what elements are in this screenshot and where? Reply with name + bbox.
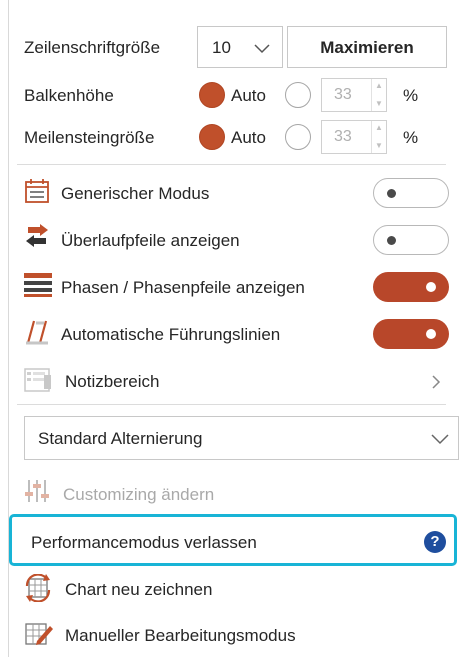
bar-height-auto-radio[interactable] <box>199 82 225 108</box>
divider <box>17 404 446 405</box>
bar-height-label: Balkenhöhe <box>24 86 114 105</box>
divider <box>17 164 446 165</box>
row-font-size-value: 10 <box>212 38 231 57</box>
milestone-size-input[interactable]: 33 ▲ ▼ <box>321 120 387 154</box>
chevron-right-icon <box>432 375 441 389</box>
chevron-down-icon <box>431 434 449 445</box>
bar-height-input[interactable]: 33 ▲ ▼ <box>321 78 387 112</box>
redraw-chart-label: Chart neu zeichnen <box>65 580 213 599</box>
manual-edit-icon <box>25 623 53 645</box>
generic-mode-icon <box>25 179 49 203</box>
milestone-size-unit: % <box>403 128 419 147</box>
row-font-size-label: Zeilenschriftgröße <box>24 38 161 57</box>
customizing-label: Customizing ändern <box>63 485 215 504</box>
toggle-label: Generischer Modus <box>61 184 210 203</box>
milestone-size-auto-label: Auto <box>231 128 266 147</box>
toggle-label: Phasen / Phasenpfeile anzeigen <box>61 278 305 297</box>
manual-edit-label: Manueller Bearbeitungsmodus <box>65 626 296 645</box>
toggle-label: Automatische Führungslinien <box>61 325 281 344</box>
alternation-select[interactable]: Standard Alternierung <box>24 416 459 460</box>
notes-area-icon <box>24 368 51 392</box>
customizing-icon <box>25 480 49 502</box>
redraw-chart-icon <box>25 574 51 602</box>
bar-height-spinner[interactable]: ▲ ▼ <box>371 79 386 111</box>
notes-area-label: Notizbereich <box>65 372 160 391</box>
milestone-size-label: Meilensteingröße <box>24 128 155 147</box>
bar-height-auto-label: Auto <box>231 86 266 105</box>
bar-height-value: 33 <box>334 86 352 103</box>
bar-height-custom-radio[interactable] <box>285 82 311 108</box>
guide-lines-toggle[interactable] <box>373 319 449 349</box>
chevron-down-icon <box>254 44 270 54</box>
bar-height-unit: % <box>403 86 419 105</box>
phases-icon <box>24 273 52 297</box>
overflow-arrows-icon <box>26 224 48 247</box>
milestone-size-custom-radio[interactable] <box>285 124 311 150</box>
milestone-size-auto-radio[interactable] <box>199 124 225 150</box>
toggle-label: Überlaufpfeile anzeigen <box>61 231 240 250</box>
milestone-size-value: 33 <box>334 128 352 145</box>
generic-mode-toggle[interactable] <box>373 178 449 208</box>
maximize-button[interactable]: Maximieren <box>287 26 447 68</box>
overflow-arrows-toggle[interactable] <box>373 225 449 255</box>
milestone-size-spinner[interactable]: ▲ ▼ <box>371 121 386 153</box>
maximize-label: Maximieren <box>320 38 414 57</box>
row-font-size-select[interactable]: 10 <box>197 26 283 68</box>
phases-toggle[interactable] <box>373 272 449 302</box>
alternation-select-value: Standard Alternierung <box>38 429 203 448</box>
guide-lines-icon <box>26 320 48 345</box>
performance-mode-highlight <box>9 514 457 566</box>
